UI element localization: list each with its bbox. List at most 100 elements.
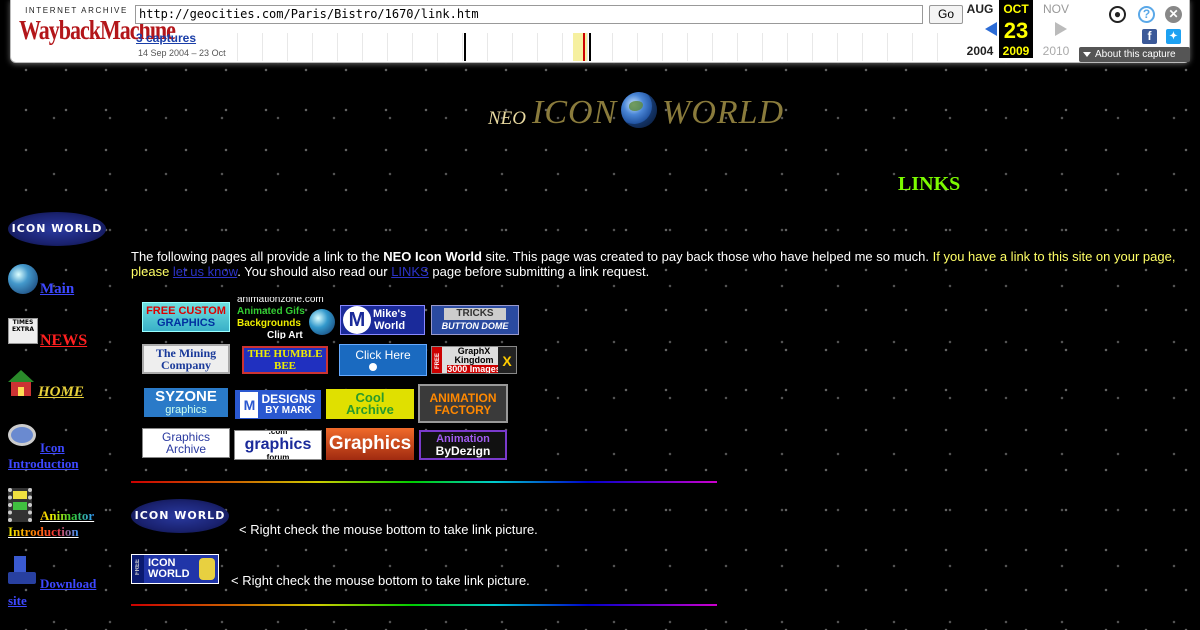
nav-download[interactable]: Download site — [8, 556, 118, 608]
capture-mark-current[interactable] — [583, 33, 585, 61]
facebook-icon[interactable]: f — [1142, 29, 1157, 44]
about-capture-button[interactable]: About this capture — [1079, 47, 1190, 62]
banner-tricks-button-dome[interactable]: TRICKS BUTTON DOME — [431, 305, 519, 335]
banner-text: World — [374, 320, 406, 332]
nav-news-link[interactable]: NEWS — [40, 332, 87, 350]
wayback-logo[interactable]: INTERNET ARCHIVE WaybackMachine — [19, 6, 176, 51]
banner-graphics[interactable]: Graphics — [326, 428, 414, 460]
intro-text-1: The following pages all provide a link t… — [131, 249, 384, 264]
banner-text: SYZONE — [155, 388, 217, 405]
x-logo-icon: X — [498, 347, 516, 373]
site-title: NEO ICON WORLD — [488, 92, 788, 137]
intro-text-4: page before submitting a link request. — [428, 264, 650, 279]
banner-text: Graphics — [328, 433, 412, 454]
banner-side-label: FREE — [432, 347, 442, 373]
banner-text: Click Here — [355, 348, 411, 362]
icon-world-animated-badge[interactable]: ICON WORLD FREE — [131, 554, 219, 584]
captures-link[interactable]: 3 captures — [136, 31, 196, 45]
url-input[interactable]: http://geocities.com/Paris/Bistro/1670/l… — [135, 5, 923, 24]
banner-text: animationzone.com — [237, 297, 324, 305]
logo-main-text: WaybackMachine — [19, 13, 176, 45]
help-icon[interactable]: ? — [1138, 6, 1155, 23]
intro-text-2: site. This page was created to pay back … — [481, 249, 933, 264]
banner-animationzone[interactable]: animationzone.com Animated Gifs Backgrou… — [235, 297, 337, 339]
globe-icon — [8, 264, 38, 294]
capture-mark[interactable] — [464, 33, 466, 61]
links-heading: LINKS — [898, 173, 961, 195]
badge-note-2: < Right check the mouse bottom to take l… — [231, 573, 530, 588]
banner-text: graphics — [165, 404, 207, 416]
divider — [131, 604, 717, 606]
year-prev[interactable]: 2004 — [963, 44, 997, 58]
nav-home[interactable]: HOME — [8, 370, 108, 404]
banner-text: Animated Gifs — [237, 306, 305, 317]
banner-text: Clip Art — [267, 330, 303, 339]
nav-home-link[interactable]: HOME — [38, 384, 84, 401]
nav-main[interactable]: Main — [8, 264, 108, 300]
next-capture-arrow-icon — [1055, 22, 1067, 36]
nav-download-link[interactable]: Download site — [8, 575, 96, 609]
banner-animation-bydezign[interactable]: Animation ByDezign — [419, 430, 507, 460]
banner-animation-factory[interactable]: ANIMATION FACTORY — [418, 384, 508, 423]
banner-text: FACTORY — [434, 402, 492, 417]
user-icon[interactable]: ● — [1109, 6, 1126, 23]
banner-text: Archive — [165, 442, 206, 456]
banner-graphx-kingdom[interactable]: FREE GraphX Kingdom 3000 Images X — [431, 346, 517, 374]
title-world-word: WORLD — [662, 94, 785, 131]
capture-range: 14 Sep 2004 – 23 Oct — [138, 48, 226, 58]
badge-note-1: < Right check the mouse bottom to take l… — [239, 522, 538, 537]
banner-mikes-world[interactable]: M Mike's World — [340, 305, 425, 335]
banner-text: 3000 Images — [447, 363, 501, 374]
capture-sparkline[interactable] — [237, 33, 962, 61]
banner-graphics-forum[interactable]: .com graphics forum — [234, 430, 322, 460]
prev-capture-arrow-icon[interactable] — [985, 22, 997, 36]
banner-label: Mike's World — [373, 308, 406, 332]
banner-mining-company[interactable]: The Mining Company — [142, 344, 230, 374]
let-us-know-link[interactable]: let us know — [173, 264, 237, 279]
nav-main-link[interactable]: Main — [40, 281, 74, 298]
title-neo: NEO — [488, 108, 526, 129]
nav-animator-intro-link[interactable]: Animator Introduction — [8, 508, 94, 540]
banner-syzone-graphics[interactable]: SYZONE graphics — [144, 388, 228, 417]
go-button[interactable]: Go — [929, 5, 963, 24]
divider — [131, 481, 717, 483]
nav-animator-intro[interactable]: Animator Introduction — [8, 488, 118, 540]
month-prev[interactable]: AUG — [963, 2, 997, 16]
icon-world-badge[interactable]: ICON WORLD — [8, 212, 106, 246]
banner-text: ByDezign — [435, 444, 491, 458]
year-current: 2009 — [1002, 44, 1030, 58]
current-day: 23 — [1003, 18, 1029, 43]
banner-text: Archive — [346, 402, 394, 417]
nav-news[interactable]: TIMES EXTRA NEWS — [8, 318, 108, 352]
icon-world-link-badge[interactable]: ICON WORLD — [131, 499, 229, 533]
banner-graphics-archive[interactable]: Graphics Archive — [142, 428, 230, 458]
banner-label: DESIGNS BY MARK — [261, 393, 315, 417]
newspaper-icon: TIMES EXTRA — [8, 318, 38, 344]
banner-text: DESIGNS — [261, 391, 316, 406]
banner-designs-by-mark[interactable]: M DESIGNS BY MARK — [235, 390, 321, 419]
radio-dot-icon — [369, 363, 377, 371]
capture-mark[interactable] — [589, 33, 591, 61]
banner-text: THE HUMBLE BEE — [247, 348, 323, 372]
banner-humble-bee[interactable]: THE HUMBLE BEE — [242, 346, 328, 374]
nav-icon-intro-link[interactable]: Icon Introduction — [8, 440, 79, 472]
links-page-link[interactable]: LINKS — [391, 264, 429, 279]
banner-free-custom-graphics[interactable]: FREE CUSTOM GRAPHICS — [142, 302, 230, 332]
nav-icon-intro[interactable]: Icon Introduction — [8, 424, 108, 474]
banner-text: Mike's — [373, 308, 407, 320]
badge2-side-label: FREE — [135, 559, 141, 576]
banner-text: forum — [266, 453, 290, 460]
nav-icon-intro-line1: Icon — [40, 440, 65, 455]
banner-cool-archive[interactable]: Cool Archive — [326, 389, 414, 419]
banner-text: TRICKS — [444, 308, 506, 320]
intro-site-name: NEO Icon World — [383, 249, 482, 264]
house-icon — [8, 370, 34, 396]
banner-click-here[interactable]: Click Here — [339, 344, 427, 376]
banner-text: BY MARK — [265, 404, 312, 416]
globe-icon — [621, 92, 657, 128]
nav-animator-line1: Animator — [8, 508, 94, 524]
close-icon[interactable]: ✕ — [1165, 6, 1182, 23]
banner-text: Company — [160, 358, 211, 372]
wayback-toolbar: INTERNET ARCHIVE WaybackMachine http://g… — [10, 0, 1190, 63]
twitter-icon[interactable]: ✦ — [1166, 29, 1181, 44]
